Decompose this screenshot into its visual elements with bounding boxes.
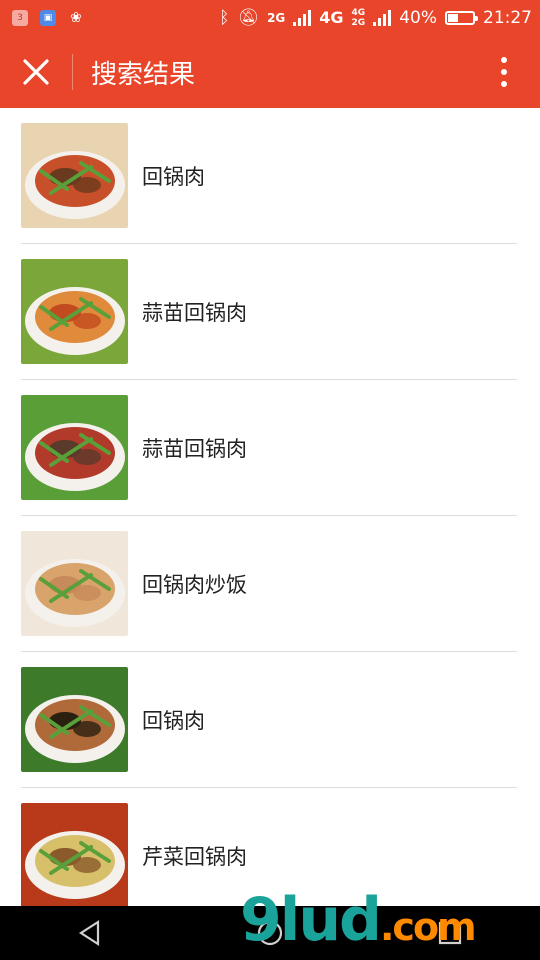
network-indicator-1: 2G <box>267 11 286 25</box>
dish-thumbnail <box>21 667 128 772</box>
back-button[interactable] <box>60 906 120 960</box>
clock: 21:27 <box>483 8 532 28</box>
more-options-button[interactable] <box>468 36 540 108</box>
result-item[interactable]: 回锅肉 <box>21 108 517 244</box>
result-item[interactable]: 回锅肉炒饭 <box>21 516 517 652</box>
result-title: 回锅肉 <box>142 708 205 733</box>
result-title: 蒜苗回锅肉 <box>142 300 247 325</box>
dish-thumbnail <box>21 123 128 228</box>
network-indicator-2: 4G <box>319 8 344 27</box>
network-indicator-3: 4G 2G <box>351 8 366 28</box>
battery-percent: 40% <box>399 8 437 28</box>
search-results-list: 回锅肉 蒜苗回锅肉 蒜苗回锅肉 回锅肉炒饭 回锅肉 芹菜回锅肉 <box>21 108 517 924</box>
result-item[interactable]: 蒜苗回锅肉 <box>21 244 517 380</box>
signal-bars-icon-2 <box>373 10 392 26</box>
dish-thumbnail <box>21 531 128 636</box>
app-bar: 搜索结果 <box>0 36 540 108</box>
bluetooth-icon: ᛒ <box>219 8 230 28</box>
close-button[interactable] <box>0 36 72 108</box>
battery-icon <box>445 11 478 25</box>
gallery-notification-icon: ▣ <box>40 10 56 26</box>
result-item[interactable]: 蒜苗回锅肉 <box>21 380 517 516</box>
dish-thumbnail <box>21 259 128 364</box>
page-title: 搜索结果 <box>91 59 196 90</box>
close-icon <box>23 59 49 85</box>
huawei-notification-icon: ❀ <box>70 10 82 26</box>
watermark: 9lud.com <box>240 885 477 955</box>
signal-bars-icon-1 <box>293 10 312 26</box>
result-title: 回锅肉炒饭 <box>142 572 247 597</box>
more-vert-icon <box>501 57 507 63</box>
status-bar: 3 ▣ ❀ ᛒ 🔕︎ 2G 4G 4G 2G 40% 21:27 <box>0 0 540 36</box>
result-item[interactable]: 回锅肉 <box>21 652 517 788</box>
notification-icon: 3 <box>12 10 28 26</box>
result-title: 蒜苗回锅肉 <box>142 436 247 461</box>
dish-thumbnail <box>21 395 128 500</box>
silent-icon: 🔕︎ <box>237 8 260 28</box>
result-title: 回锅肉 <box>142 164 205 189</box>
result-title: 芹菜回锅肉 <box>142 844 247 869</box>
dish-thumbnail <box>21 803 128 908</box>
back-triangle-icon <box>78 919 100 947</box>
title-divider <box>72 54 73 90</box>
